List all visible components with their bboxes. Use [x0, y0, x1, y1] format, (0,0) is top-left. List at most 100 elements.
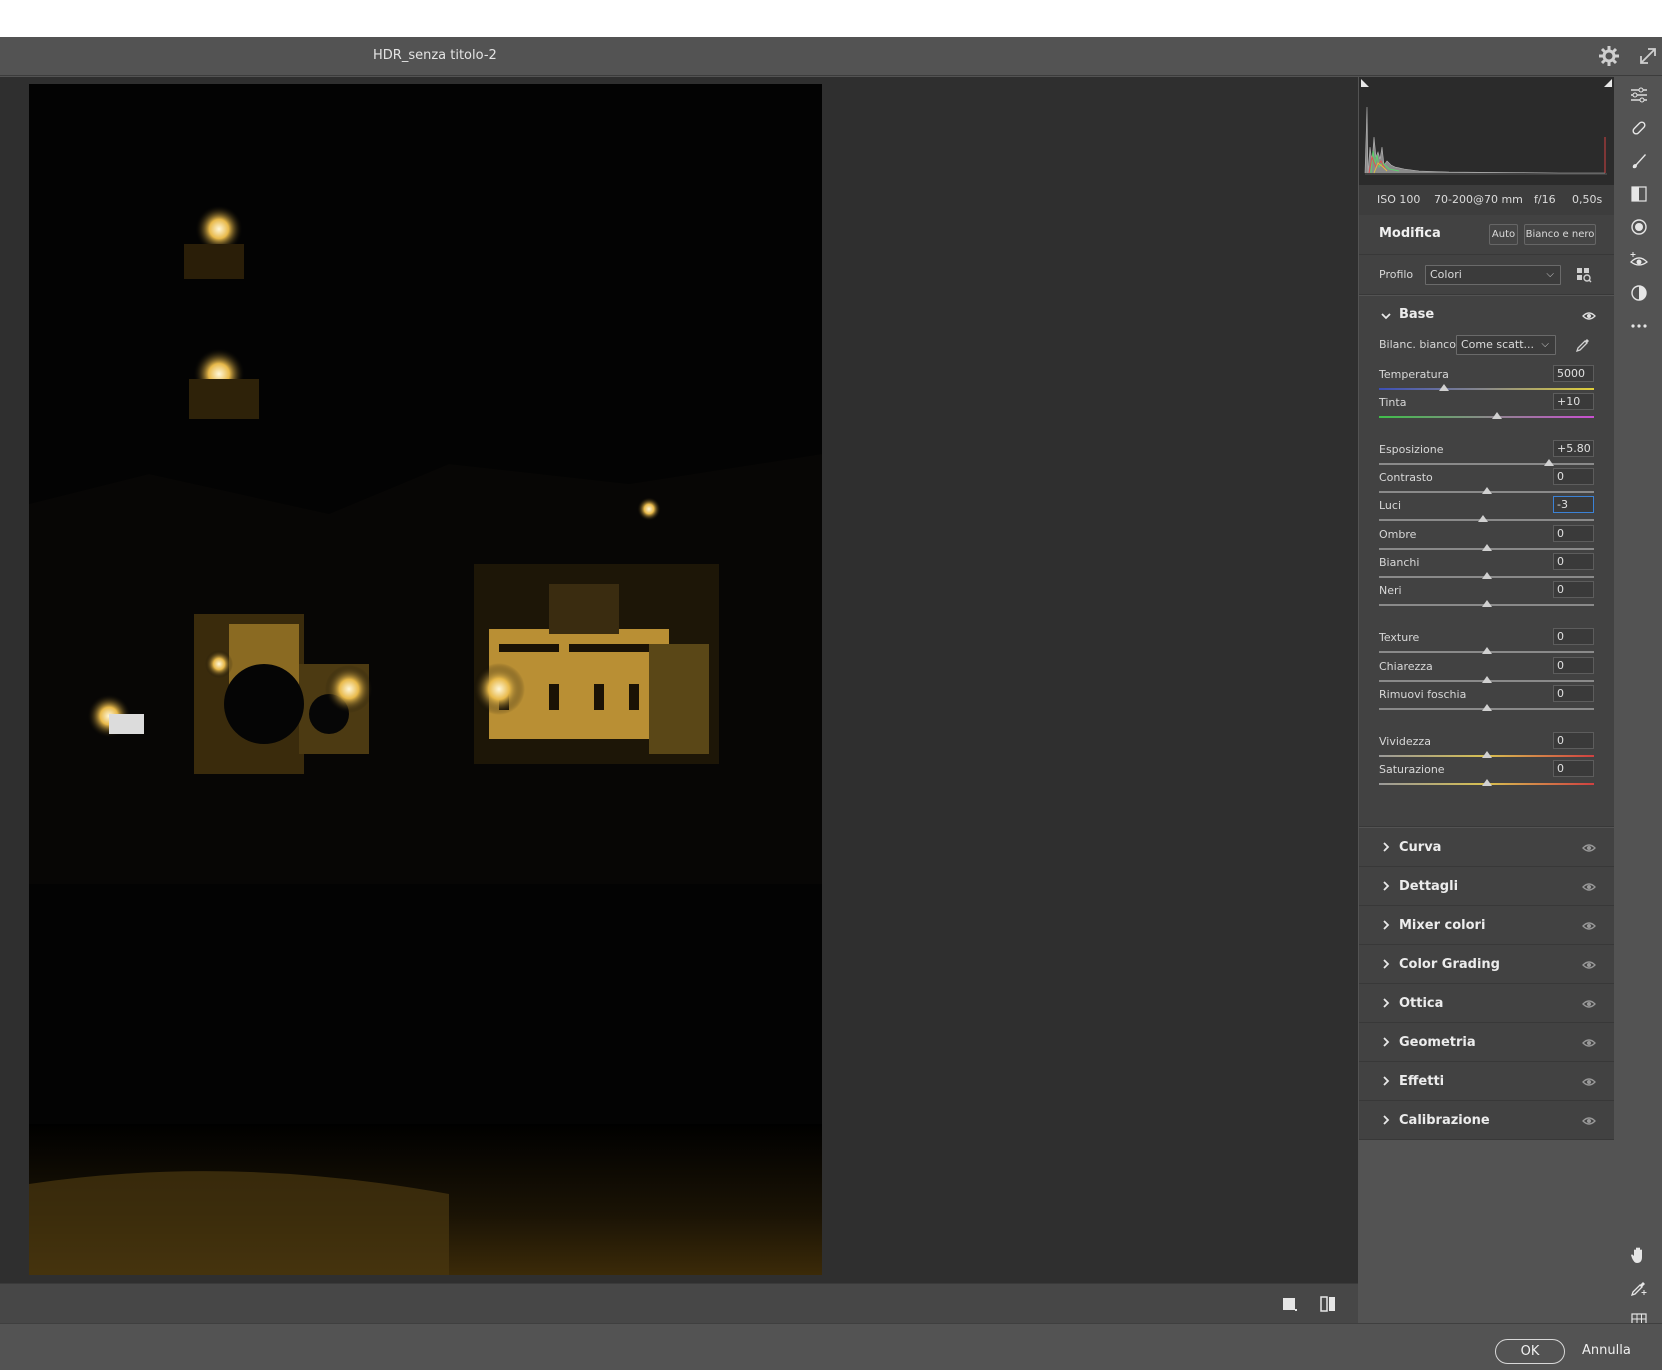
- slider-value-input[interactable]: 0: [1553, 553, 1594, 570]
- slider-value-input[interactable]: 0: [1553, 468, 1594, 485]
- section-title[interactable]: Geometria: [1399, 1035, 1476, 1050]
- slider-esposizione[interactable]: Esposizione +5.80: [1359, 440, 1614, 471]
- section-effetti[interactable]: Effetti: [1359, 1062, 1614, 1101]
- section-color-grading[interactable]: Color Grading: [1359, 945, 1614, 984]
- slider-thumb[interactable]: [1492, 412, 1503, 419]
- slider-value-input[interactable]: 0: [1553, 685, 1594, 702]
- before-after-icon[interactable]: [1318, 1294, 1338, 1314]
- eye-icon[interactable]: [1582, 1077, 1596, 1087]
- eye-icon[interactable]: [1582, 1116, 1596, 1126]
- slider-thumb[interactable]: [1481, 572, 1492, 579]
- slider-value-input[interactable]: 0: [1553, 760, 1594, 777]
- slider-luci[interactable]: Luci -3: [1359, 496, 1614, 527]
- slider-thumb[interactable]: [1481, 779, 1492, 786]
- image-canvas[interactable]: [0, 77, 1358, 1283]
- slider-tinta[interactable]: Tinta +10: [1359, 393, 1614, 424]
- section-title[interactable]: Mixer colori: [1399, 918, 1485, 933]
- slider-thumb[interactable]: [1438, 384, 1449, 391]
- profile-select[interactable]: Colori ⌵: [1425, 265, 1561, 285]
- more-icon[interactable]: [1629, 316, 1649, 336]
- slider-thumb[interactable]: [1481, 544, 1492, 551]
- section-curva[interactable]: Curva: [1359, 828, 1614, 867]
- slider-vividezza[interactable]: Vividezza 0: [1359, 732, 1614, 763]
- section-title[interactable]: Calibrazione: [1399, 1113, 1490, 1128]
- hand-icon[interactable]: [1629, 1245, 1649, 1265]
- slider-thumb[interactable]: [1481, 487, 1492, 494]
- slider-value-input[interactable]: 5000: [1553, 365, 1594, 382]
- cancel-button[interactable]: Annulla: [1582, 1343, 1631, 1358]
- gear-icon[interactable]: [1598, 45, 1620, 67]
- chevron-right-icon[interactable]: [1381, 842, 1391, 852]
- section-title[interactable]: Dettagli: [1399, 879, 1458, 894]
- slider-neri[interactable]: Neri 0: [1359, 581, 1614, 612]
- slider-value-input[interactable]: 0: [1553, 581, 1594, 598]
- profile-browser-icon[interactable]: [1576, 267, 1592, 283]
- highlight-clipping-icon[interactable]: [1604, 79, 1612, 87]
- white-balance-select[interactable]: Come scatt... ⌵: [1456, 335, 1556, 355]
- slider-contrasto[interactable]: Contrasto 0: [1359, 468, 1614, 499]
- eye-icon[interactable]: [1582, 999, 1596, 1009]
- section-title[interactable]: Effetti: [1399, 1074, 1444, 1089]
- eyedropper-icon[interactable]: [1575, 337, 1591, 353]
- slider-value-input[interactable]: -3: [1553, 496, 1594, 513]
- section-title[interactable]: Curva: [1399, 840, 1441, 855]
- slider-thumb[interactable]: [1481, 751, 1492, 758]
- slider-temperatura[interactable]: Temperatura 5000: [1359, 365, 1614, 396]
- section-dettagli[interactable]: Dettagli: [1359, 867, 1614, 906]
- gradient-filter-icon[interactable]: [1629, 184, 1649, 204]
- section-title[interactable]: Ottica: [1399, 996, 1443, 1011]
- slider-thumb[interactable]: [1543, 459, 1554, 466]
- section-title[interactable]: Color Grading: [1399, 957, 1500, 972]
- chevron-right-icon[interactable]: [1381, 920, 1391, 930]
- slider-thumb[interactable]: [1481, 704, 1492, 711]
- slider-saturazione[interactable]: Saturazione 0: [1359, 760, 1614, 791]
- slider-value-input[interactable]: 0: [1553, 732, 1594, 749]
- color-sampler-icon[interactable]: [1629, 1278, 1649, 1298]
- chevron-right-icon[interactable]: [1381, 1037, 1391, 1047]
- red-eye-icon[interactable]: [1629, 250, 1649, 270]
- section-calibrazione[interactable]: Calibrazione: [1359, 1101, 1614, 1140]
- slider-thumb[interactable]: [1481, 600, 1492, 607]
- view-single-icon[interactable]: [1280, 1294, 1300, 1314]
- slider-ombre[interactable]: Ombre 0: [1359, 525, 1614, 556]
- chevron-down-icon[interactable]: [1381, 311, 1391, 321]
- section-mixer-colori[interactable]: Mixer colori: [1359, 906, 1614, 945]
- chevron-right-icon[interactable]: [1381, 959, 1391, 969]
- slider-value-input[interactable]: 0: [1553, 525, 1594, 542]
- edit-sliders-icon[interactable]: [1629, 85, 1649, 105]
- eye-icon[interactable]: [1582, 1038, 1596, 1048]
- slider-chiarezza[interactable]: Chiarezza 0: [1359, 657, 1614, 688]
- slider-value-input[interactable]: 0: [1553, 657, 1594, 674]
- chevron-right-icon[interactable]: [1381, 881, 1391, 891]
- slider-thumb[interactable]: [1481, 676, 1492, 683]
- slider-bianchi[interactable]: Bianchi 0: [1359, 553, 1614, 584]
- slider-thumb[interactable]: [1481, 647, 1492, 654]
- shadow-clipping-icon[interactable]: [1361, 79, 1369, 87]
- slider-value-input[interactable]: +10: [1553, 393, 1594, 410]
- ok-button[interactable]: OK: [1495, 1339, 1565, 1364]
- slider-track[interactable]: [1379, 388, 1594, 390]
- base-title[interactable]: Base: [1399, 307, 1434, 322]
- chevron-right-icon[interactable]: [1381, 1115, 1391, 1125]
- radial-filter-icon[interactable]: [1629, 217, 1649, 237]
- slider-track[interactable]: [1379, 416, 1594, 418]
- brush-icon[interactable]: [1629, 151, 1649, 171]
- section-geometria[interactable]: Geometria: [1359, 1023, 1614, 1062]
- eye-icon[interactable]: [1582, 311, 1596, 321]
- eye-icon[interactable]: [1582, 960, 1596, 970]
- slider-rimuovi-foschia[interactable]: Rimuovi foschia 0: [1359, 685, 1614, 716]
- presets-icon[interactable]: [1629, 283, 1649, 303]
- slider-value-input[interactable]: +5.80: [1553, 440, 1594, 457]
- black-white-button[interactable]: Bianco e nero: [1524, 224, 1596, 245]
- section-ottica[interactable]: Ottica: [1359, 984, 1614, 1023]
- fullscreen-icon[interactable]: [1637, 45, 1659, 67]
- auto-button[interactable]: Auto: [1489, 224, 1518, 245]
- chevron-right-icon[interactable]: [1381, 998, 1391, 1008]
- healing-icon[interactable]: [1629, 118, 1649, 138]
- eye-icon[interactable]: [1582, 843, 1596, 853]
- slider-texture[interactable]: Texture 0: [1359, 628, 1614, 659]
- slider-value-input[interactable]: 0: [1553, 628, 1594, 645]
- chevron-right-icon[interactable]: [1381, 1076, 1391, 1086]
- slider-thumb[interactable]: [1478, 515, 1489, 522]
- eye-icon[interactable]: [1582, 882, 1596, 892]
